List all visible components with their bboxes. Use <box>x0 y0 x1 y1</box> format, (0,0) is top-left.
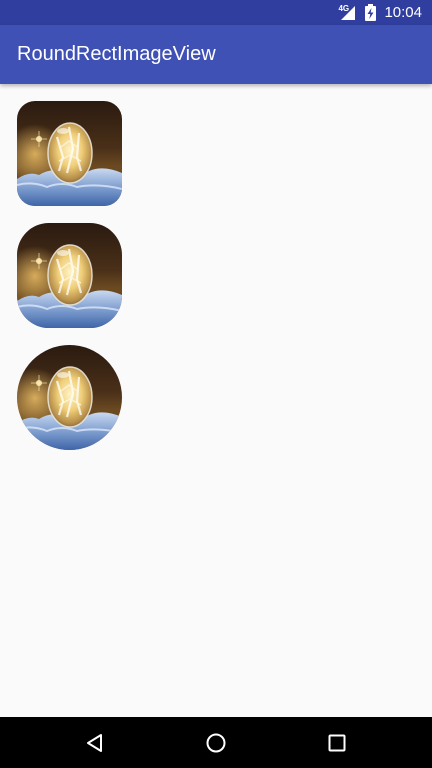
signal-icon: 4G <box>338 4 358 21</box>
image-list <box>0 84 432 717</box>
home-icon <box>206 733 226 752</box>
recents-icon <box>328 734 346 751</box>
status-bar: 4G 10:04 <box>0 0 432 25</box>
navigation-bar <box>0 717 432 768</box>
app-screen: 4G 10:04 RoundRectImageView <box>0 0 432 768</box>
round-rect-image-large-radius <box>17 223 122 328</box>
recents-button[interactable] <box>307 717 367 768</box>
back-icon <box>87 733 102 752</box>
home-button[interactable] <box>186 717 246 768</box>
back-button[interactable] <box>65 717 125 768</box>
status-icons: 4G 10:04 <box>338 0 422 25</box>
round-rect-image-small-radius <box>17 101 122 206</box>
app-bar: RoundRectImageView <box>0 25 432 84</box>
clock: 10:04 <box>384 4 422 21</box>
app-title: RoundRectImageView <box>17 43 216 65</box>
battery-charging-icon <box>365 4 377 21</box>
circle-image <box>17 345 122 450</box>
